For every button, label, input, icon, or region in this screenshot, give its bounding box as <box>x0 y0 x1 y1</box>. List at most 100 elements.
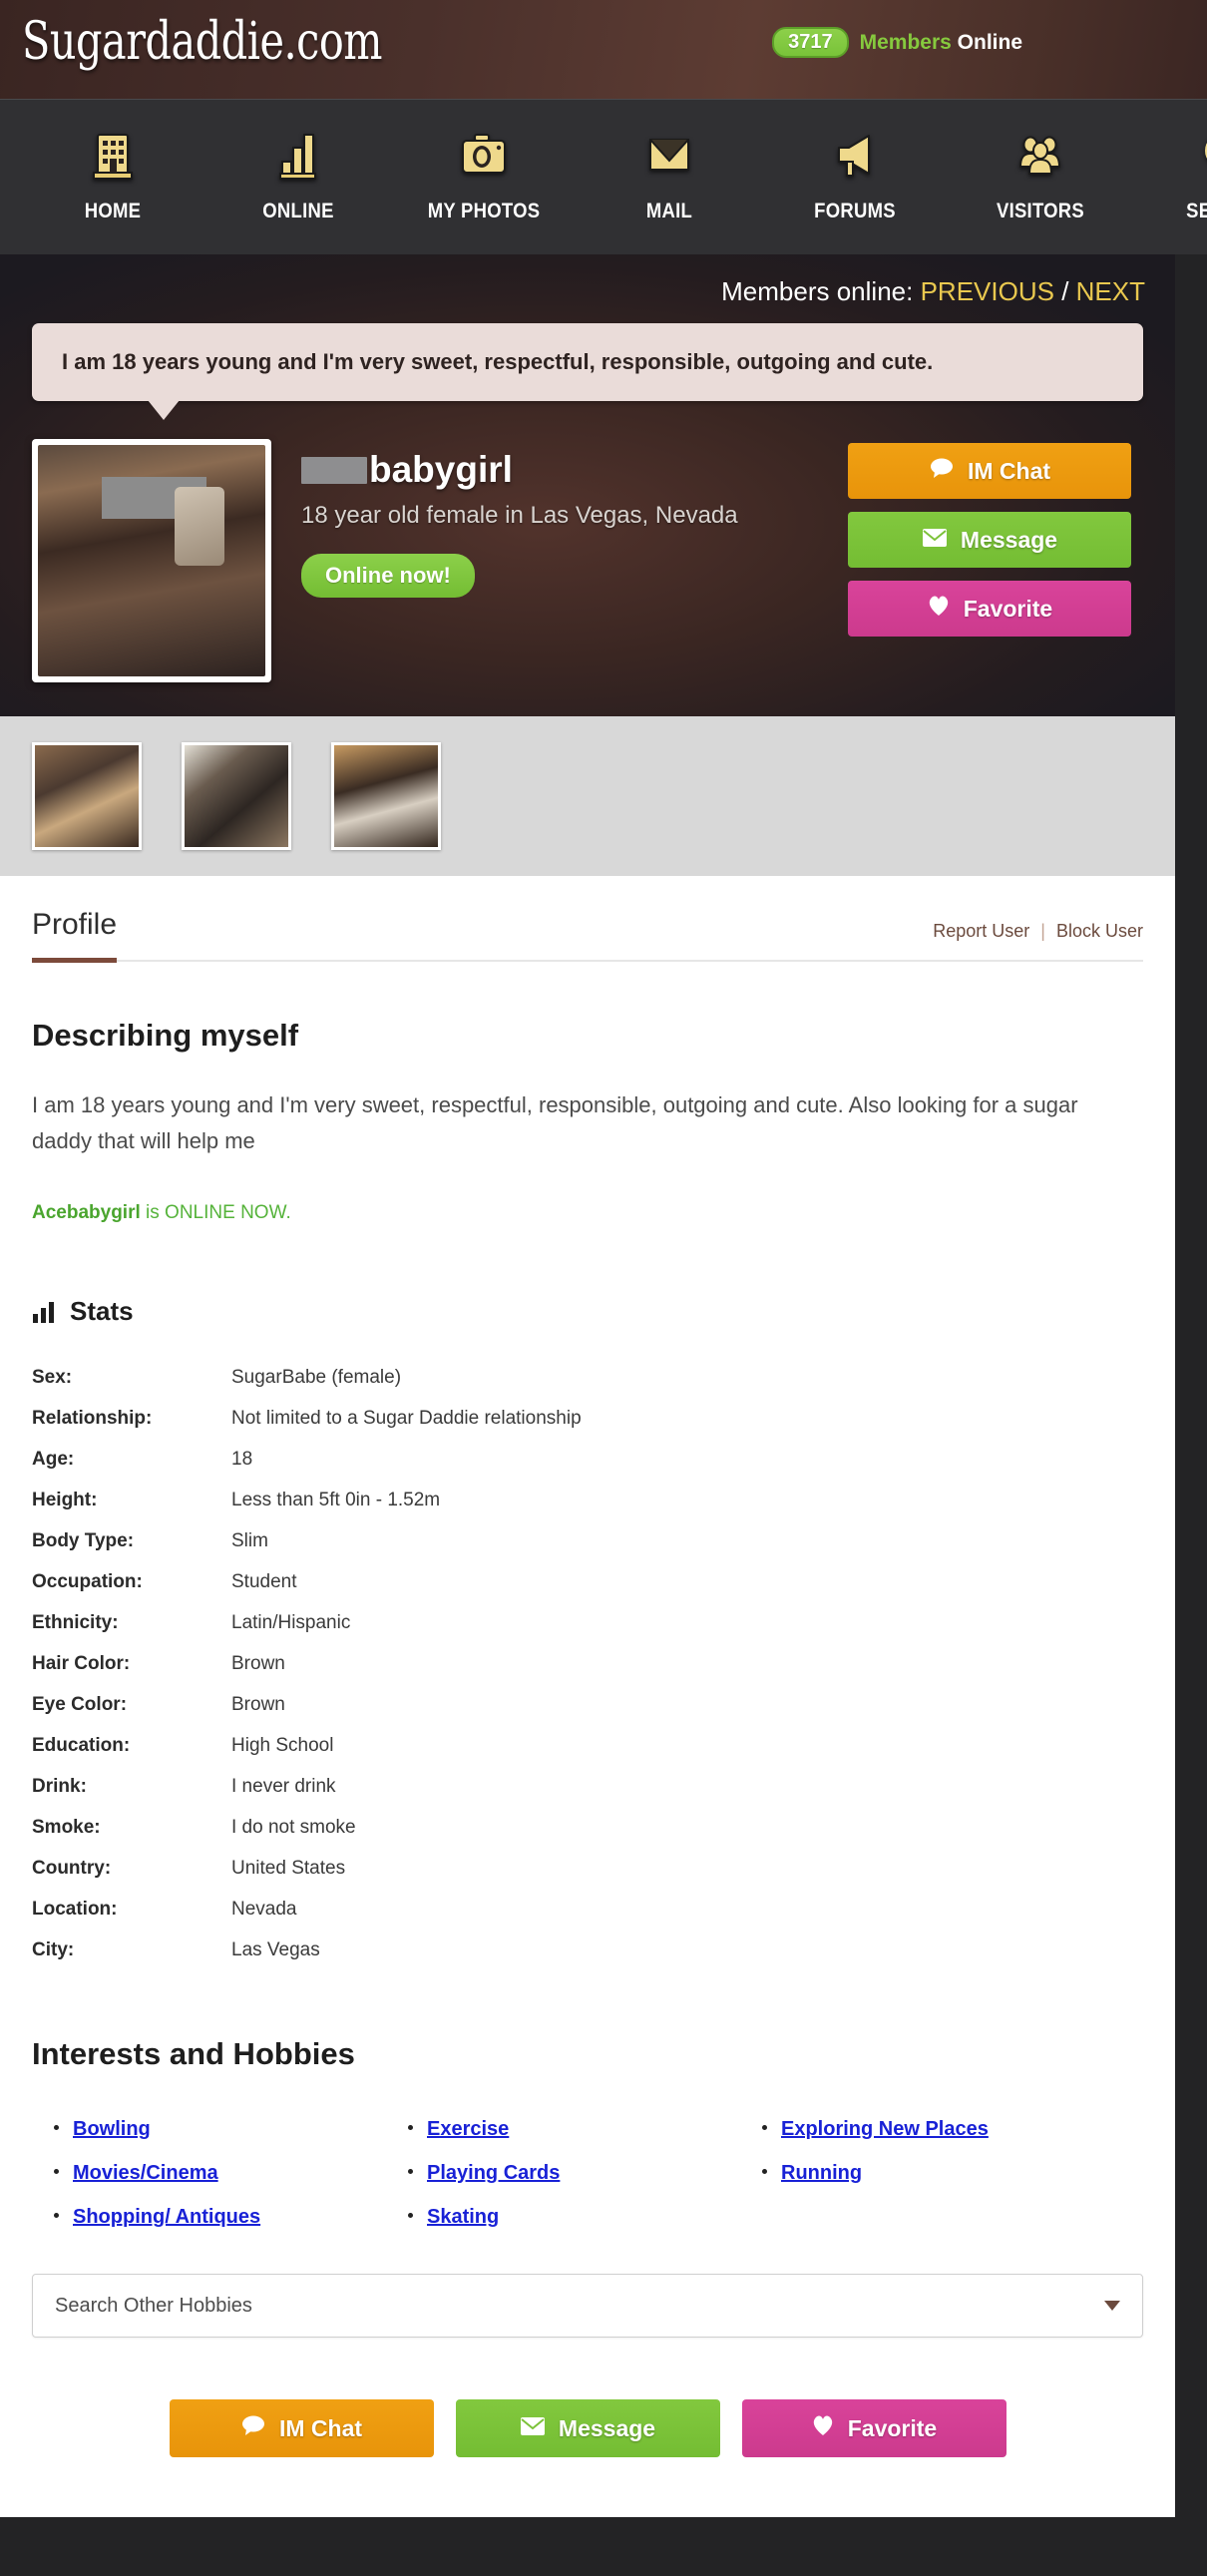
table-row: Relationship: Not limited to a Sugar Dadd… <box>32 1408 582 1449</box>
nav-item-home[interactable]: HOME <box>20 100 205 223</box>
stats-value: Brown <box>231 1694 285 1716</box>
favorite-button[interactable]: Favorite <box>848 581 1131 637</box>
nav-item-search[interactable]: SEARCH <box>1133 100 1207 223</box>
stats-key: Drink: <box>32 1776 87 1798</box>
bullet-icon <box>762 2125 767 2131</box>
table-row: Drink: I never drink <box>32 1776 582 1817</box>
thumbnail-photo[interactable] <box>331 742 441 850</box>
list-item: Playing Cards <box>386 2162 740 2206</box>
profile-username: babygirl <box>301 449 848 491</box>
table-row: Occupation: Student <box>32 1571 582 1612</box>
table-row: Age: 18 <box>32 1449 582 1490</box>
search-other-hobbies-select[interactable]: Search Other Hobbies <box>32 2274 1143 2339</box>
nav-item-mail[interactable]: MAIL <box>577 100 762 223</box>
previous-member-link[interactable]: PREVIOUS <box>921 276 1054 306</box>
members-online-label: Members online: <box>721 276 914 306</box>
nav-label: HOME <box>84 200 142 222</box>
online-count-label-online: Online <box>957 30 1022 54</box>
stats-key: Education: <box>32 1735 131 1757</box>
avatar-photo-image <box>38 445 265 676</box>
table-row: Ethnicity: Latin/Hispanic <box>32 1612 582 1653</box>
people-icon <box>948 122 1133 188</box>
thumbnail-photo[interactable] <box>32 742 142 850</box>
bullet-icon <box>408 2125 413 2131</box>
hobby-link[interactable]: Exercise <box>427 2118 509 2141</box>
hobby-link[interactable]: Running <box>781 2162 862 2185</box>
chevron-down-icon <box>1104 2301 1120 2312</box>
profile-quote-bubble: I am 18 years young and I'm very sweet, … <box>32 323 1143 420</box>
tab-profile[interactable]: Profile <box>32 908 118 963</box>
nav-item-forums[interactable]: FORUMS <box>762 100 948 223</box>
hobby-link[interactable]: Bowling <box>73 2118 151 2141</box>
stats-key: Height: <box>32 1490 98 1511</box>
profile-content: Profile Report User | Block User Describ… <box>0 876 1175 2518</box>
envelope-icon <box>520 2415 546 2442</box>
table-row: Location: Nevada <box>32 1899 582 1939</box>
message-button[interactable]: Message <box>848 512 1131 568</box>
stats-value: Las Vegas <box>231 1939 320 1961</box>
message-button-bottom[interactable]: Message <box>455 2399 720 2458</box>
chat-bubble-icon <box>240 2414 266 2442</box>
list-item: Exploring New Places <box>740 2118 1143 2162</box>
im-chat-button[interactable]: IM Chat <box>848 443 1131 499</box>
hobby-link[interactable]: Exploring New Places <box>781 2118 989 2141</box>
page-body: Members online: PREVIOUS / NEXT I am 18 … <box>0 254 1175 2518</box>
hobby-link[interactable]: Skating <box>427 2206 499 2229</box>
nav-item-visitors[interactable]: VISITORS <box>948 100 1133 223</box>
stats-value: Slim <box>231 1530 268 1552</box>
bar-chart-icon <box>205 122 391 188</box>
button-label: Favorite <box>963 595 1053 622</box>
megaphone-icon <box>762 122 948 188</box>
stats-value: Student <box>231 1571 297 1593</box>
list-item: Movies/Cinema <box>32 2162 386 2206</box>
favorite-button-bottom[interactable]: Favorite <box>741 2399 1006 2458</box>
stats-key: Smoke: <box>32 1817 101 1839</box>
nav-item-my-photos[interactable]: MY PHOTOS <box>391 100 577 223</box>
stats-header: Stats <box>32 1296 1143 1327</box>
stats-table: Sex: SugarBabe (female) Relationship: Not … <box>32 1367 582 1980</box>
stats-value: I never drink <box>231 1776 336 1798</box>
stats-value: I do not smoke <box>231 1817 356 1839</box>
nav-label: MAIL <box>645 200 693 222</box>
hobby-link[interactable]: Movies/Cinema <box>73 2162 218 2185</box>
im-chat-button-bottom[interactable]: IM Chat <box>169 2399 434 2458</box>
bullet-icon <box>408 2213 413 2219</box>
stats-value: Nevada <box>231 1899 297 1921</box>
profile-meta: babygirl 18 year old female in Las Vegas… <box>271 439 848 598</box>
magnifier-icon <box>1133 122 1207 188</box>
photo-thumbnail-strip <box>0 716 1175 876</box>
stats-bar-chart-icon <box>32 1301 56 1323</box>
thumbnail-image <box>185 745 288 847</box>
bullet-icon <box>54 2213 59 2219</box>
stats-key: Relationship: <box>32 1408 153 1430</box>
stats-value: 18 <box>231 1449 253 1471</box>
profile-avatar[interactable] <box>32 439 271 682</box>
button-label: Message <box>960 526 1058 553</box>
button-label: IM Chat <box>967 457 1051 484</box>
stats-key: Sex: <box>32 1367 73 1389</box>
stats-value: Latin/Hispanic <box>231 1612 351 1634</box>
button-label: IM Chat <box>278 2414 363 2441</box>
bullet-icon <box>54 2125 59 2131</box>
interests-title: Interests and Hobbies <box>32 2036 355 2072</box>
hobby-link[interactable]: Playing Cards <box>427 2162 560 2185</box>
stats-key: Hair Color: <box>32 1653 131 1675</box>
block-user-link[interactable]: Block User <box>1056 921 1143 941</box>
links-separator: | <box>1040 921 1045 941</box>
table-row: Education: High School <box>32 1735 582 1776</box>
button-label: Message <box>558 2414 656 2441</box>
next-member-link[interactable]: NEXT <box>1076 276 1145 306</box>
table-row: Body Type: Slim <box>32 1530 582 1571</box>
members-online-pager: Members online: PREVIOUS / NEXT <box>0 254 1175 323</box>
table-row: Eye Color: Brown <box>32 1694 582 1735</box>
nav-item-online[interactable]: ONLINE <box>205 100 391 223</box>
report-user-link[interactable]: Report User <box>933 921 1029 941</box>
site-logo[interactable]: Sugardaddie.com <box>22 12 383 72</box>
thumbnail-photo[interactable] <box>182 742 291 850</box>
table-row: Hair Color: Brown <box>32 1653 582 1694</box>
table-row: Smoke: I do not smoke <box>32 1817 582 1858</box>
hobby-link[interactable]: Shopping/ Antiques <box>73 2206 260 2229</box>
stats-title: Stats <box>70 1296 134 1327</box>
heart-icon <box>927 595 951 623</box>
site-header: Sugardaddie.com 3717 Members Online <box>0 0 1207 99</box>
